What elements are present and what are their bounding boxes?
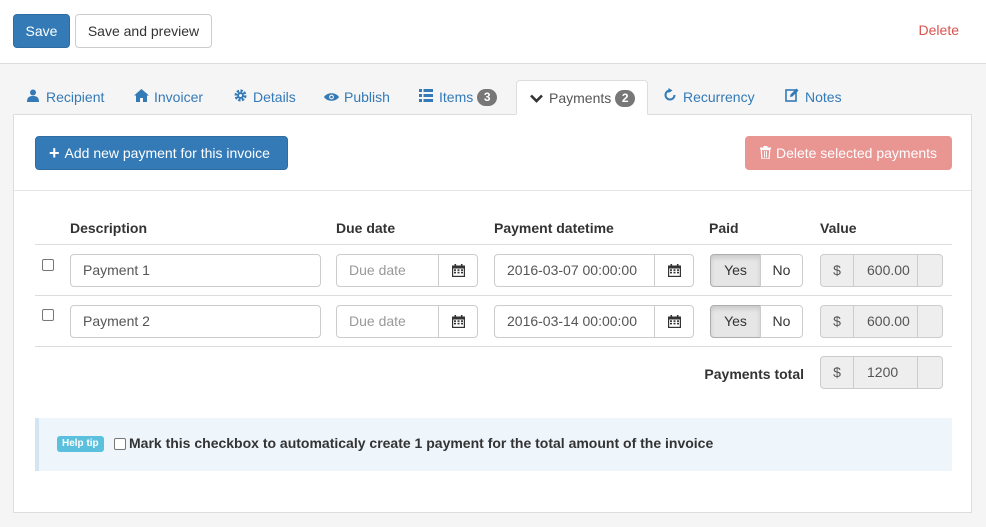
tab-bar: Recipient Invoicer Details Publish Items… (13, 80, 972, 116)
table-row: Payment 2 Due date 2016-03-14 00:00:00 Y… (14, 296, 971, 346)
payments-panel: + Add new payment for this invoice Delete… (13, 114, 972, 513)
tab-invoicer[interactable]: Invoicer (134, 80, 203, 115)
payments-toolbar: + Add new payment for this invoice Delete… (14, 115, 971, 191)
calendar-icon (668, 315, 681, 328)
payment-value-input[interactable]: 600.00 (853, 305, 918, 338)
tab-recipient[interactable]: Recipient (26, 80, 104, 115)
delete-selected-label: Delete selected payments (775, 145, 938, 161)
due-date-calendar-button[interactable] (438, 305, 478, 338)
top-toolbar: Save Save and preview Delete (0, 0, 986, 64)
tab-label: Details (253, 89, 296, 105)
add-payment-label: Add new payment for this invoice (64, 145, 270, 161)
calendar-icon (668, 264, 681, 277)
items-count-badge: 3 (477, 89, 498, 106)
tab-publish[interactable]: Publish (324, 80, 390, 115)
table-row: Payment 1 Due date 2016-03-07 00:00:00 Y… (14, 245, 971, 295)
description-input[interactable]: Payment 2 (70, 305, 321, 338)
delete-link[interactable]: Delete (919, 22, 959, 38)
delete-selected-payments-button[interactable]: Delete selected payments (745, 136, 952, 170)
column-header-description: Description (70, 220, 148, 236)
column-header-due-date: Due date (336, 220, 396, 236)
help-tip-text: Mark this checkbox to automaticaly creat… (129, 435, 714, 451)
tab-label: Items (439, 89, 474, 105)
help-tip-label: Help tip (57, 436, 104, 452)
tab-notes[interactable]: Notes (785, 80, 842, 115)
tab-label: Recipient (46, 89, 105, 105)
tab-label: Recurrency (683, 89, 755, 105)
edit-icon (785, 81, 799, 115)
row-select-checkbox[interactable] (42, 259, 54, 271)
save-and-preview-button[interactable]: Save and preview (75, 14, 212, 48)
paid-no-toggle[interactable]: No (760, 254, 803, 287)
value-addon (917, 254, 943, 287)
total-currency-addon: $ (820, 356, 854, 389)
tab-label: Payments (549, 90, 612, 106)
help-tip-box: Help tip Mark this checkbox to automatic… (35, 418, 952, 471)
column-header-paid: Paid (709, 220, 739, 236)
description-input[interactable]: Payment 1 (70, 254, 321, 287)
payment-datetime-calendar-button[interactable] (654, 305, 694, 338)
payment-value-input[interactable]: 600.00 (853, 254, 918, 287)
save-button[interactable]: Save (13, 14, 70, 48)
currency-addon: $ (820, 305, 854, 338)
calendar-icon (452, 264, 465, 277)
payment-datetime-input[interactable]: 2016-03-07 00:00:00 (494, 254, 656, 287)
add-payment-button[interactable]: + Add new payment for this invoice (35, 136, 288, 170)
paid-yes-toggle[interactable]: Yes (710, 254, 761, 287)
refresh-icon (663, 81, 677, 115)
row-divider (35, 346, 952, 347)
eye-icon (324, 81, 339, 115)
currency-addon: $ (820, 254, 854, 287)
paid-no-toggle[interactable]: No (760, 305, 803, 338)
column-header-value: Value (820, 220, 857, 236)
tab-label: Notes (805, 89, 842, 105)
home-icon (134, 81, 149, 115)
tab-details[interactable]: Details (233, 80, 296, 115)
trash-icon (759, 138, 771, 170)
payments-count-badge: 2 (615, 90, 636, 107)
user-icon (26, 81, 40, 115)
tab-recurrency[interactable]: Recurrency (663, 80, 755, 115)
row-select-checkbox[interactable] (42, 309, 54, 321)
due-date-calendar-button[interactable] (438, 254, 478, 287)
column-header-payment-datetime: Payment datetime (494, 220, 614, 236)
tab-label: Publish (344, 89, 390, 105)
total-value-addon (917, 356, 943, 389)
due-date-input[interactable]: Due date (336, 254, 440, 287)
payment-datetime-calendar-button[interactable] (654, 254, 694, 287)
paid-yes-toggle[interactable]: Yes (710, 305, 761, 338)
auto-create-payment-checkbox[interactable] (114, 438, 126, 450)
plus-icon: + (49, 143, 60, 163)
tab-items[interactable]: Items 3 (419, 80, 498, 115)
tab-label: Invoicer (154, 89, 204, 105)
payments-total-label: Payments total (704, 366, 804, 382)
payments-total-value: 1200 (853, 356, 918, 389)
list-icon (419, 81, 433, 115)
chevron-down-icon (529, 82, 543, 116)
payment-datetime-input[interactable]: 2016-03-14 00:00:00 (494, 305, 656, 338)
tab-payments[interactable]: Payments 2 (516, 80, 649, 116)
value-addon (917, 305, 943, 338)
calendar-icon (452, 315, 465, 328)
gear-icon (233, 81, 247, 115)
due-date-input[interactable]: Due date (336, 305, 440, 338)
